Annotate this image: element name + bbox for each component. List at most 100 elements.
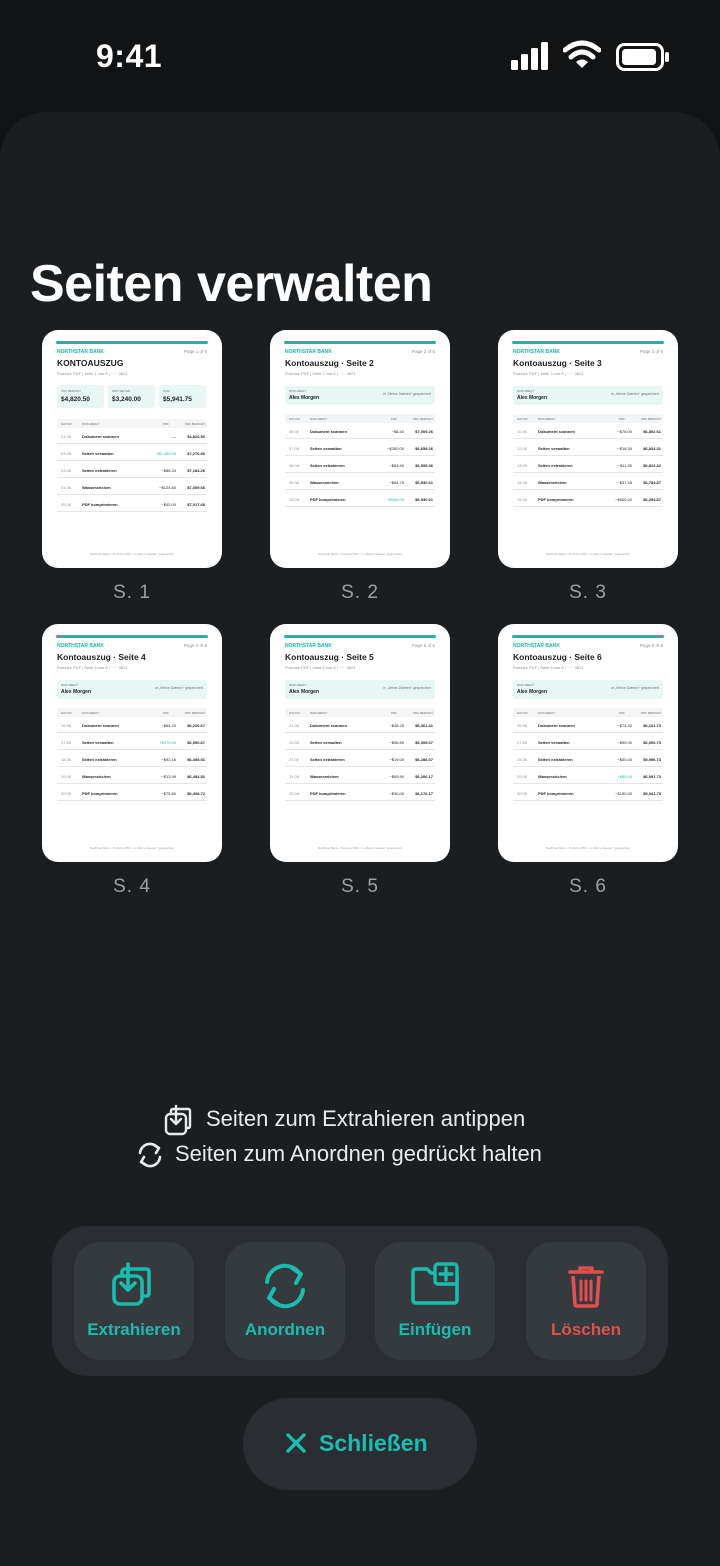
account-box: DOKUMENT Alex Morgen in „Meine Dateien“ ge…: [57, 680, 207, 699]
row-amount: −$42.00: [161, 502, 176, 507]
table-header-cell: DOKUMENT: [538, 711, 556, 715]
row-balance: $6,176.17: [415, 791, 433, 796]
table-row: 07.06 Seiten verwalten −$350.00 $6,659.26: [285, 441, 435, 456]
page-thumbnail[interactable]: NORTHSTAR BANK Page 1 of 6 KONTOAUSZUG Prob…: [42, 330, 222, 568]
account-holder: Alex Morgen: [517, 689, 548, 695]
table-row: 23.06 Seiten extrahieren −$19.00 $6,286.07: [285, 752, 435, 767]
row-balance: $6,305.07: [415, 740, 433, 745]
extract-button[interactable]: Extrahieren: [74, 1242, 194, 1360]
page-preview: NORTHSTAR BANK Page 1 of 6 KONTOAUSZUG Prob…: [42, 330, 222, 568]
row-balance: $7,270.50: [187, 451, 205, 456]
table-header-cell: DOKUMENT: [82, 711, 100, 715]
row-amount: −$74.92: [617, 723, 632, 728]
row-balance: $7,009.26: [415, 429, 433, 434]
header-accent-bar: [56, 341, 208, 344]
page-footer: Northstar Bank • Probuze PDF • in „Meine…: [317, 846, 403, 850]
trash-icon: [568, 1266, 604, 1308]
row-date: 29.06: [517, 774, 528, 779]
table-header-cell: DATUM: [61, 711, 72, 715]
table-header-cell: PDF BERICHT: [640, 711, 661, 715]
table-header-cell: PDF: [619, 711, 625, 715]
summary-card-label: SUM: [163, 389, 170, 393]
row-amount: −$11.99: [617, 463, 632, 468]
summary-card: SUM $5,941.75: [159, 385, 206, 408]
row-amount: −$350.00: [387, 446, 404, 451]
table-header-cell: PDF BERICHT: [412, 711, 433, 715]
summary-card: PDF BERICHT $4,820.50: [57, 385, 104, 408]
account-label: DOKUMENT: [517, 389, 535, 393]
page-thumbnail[interactable]: NORTHSTAR BANK Page 3 of 6 Kontoauszug · S…: [498, 330, 678, 568]
row-date: 11.06: [517, 429, 527, 434]
table-row: 27.06 Seiten verwalten −$95.00 $6,006.73: [513, 735, 663, 750]
page-number-label: S. 4: [113, 876, 151, 897]
table-header-cell: DATUM: [517, 417, 528, 421]
extract-button-label: Extrahieren: [87, 1320, 181, 1339]
row-description: Dokument scannen: [538, 723, 575, 728]
page-count: Page 2 of 6: [411, 349, 435, 354]
row-amount: −$19.00: [389, 757, 404, 762]
row-date: 16.06: [61, 723, 72, 728]
table-row: 09.06 Wasserzeichen −$64.75 $6,530.61: [285, 475, 435, 490]
row-amount: −$95.00: [617, 740, 632, 745]
row-description: PDF komprimieren: [538, 497, 574, 502]
page-thumbnail[interactable]: NORTHSTAR BANK Page 6 of 6 Kontoauszug · S…: [498, 624, 678, 862]
table-header-cell: DOKUMENT: [310, 417, 328, 421]
reorder-hint-icon: [138, 1142, 162, 1168]
summary-card-value: $4,820.50: [61, 396, 90, 403]
header-accent-bar: [512, 635, 664, 638]
table-header-cell: DOKUMENT: [310, 711, 328, 715]
table-row: 25.06 PDF komprimieren −$30.00 $6,176.17: [285, 786, 435, 801]
row-date: 17.06: [61, 740, 72, 745]
table-row: 04.06 Wasserzeichen −$124.60 $7,059.66: [57, 480, 207, 495]
page-thumbnail[interactable]: NORTHSTAR BANK Page 4 of 6 Kontoauszug · S…: [42, 624, 222, 862]
document-title: Kontoauszug · Seite 6: [513, 652, 602, 662]
account-label: DOKUMENT: [517, 683, 535, 687]
row-balance: $6,595.36: [415, 463, 433, 468]
account-box: DOKUMENT Alex Morgen in „Meine Dateien“ ge…: [285, 386, 435, 405]
row-date: 07.06: [289, 446, 300, 451]
row-amount: +$95.00: [617, 774, 632, 779]
row-description: Seiten verwalten: [310, 446, 342, 451]
reorder-button[interactable]: Anordnen: [225, 1242, 345, 1360]
account-label: DOKUMENT: [61, 683, 79, 687]
page-footer: Northstar Bank • Probuze PDF • in „Meine…: [89, 552, 175, 556]
page-thumbnail[interactable]: NORTHSTAR BANK Page 2 of 6 Kontoauszug · S…: [270, 330, 450, 568]
row-date: 09.06: [289, 480, 300, 485]
table-header-cell: PDF: [163, 711, 169, 715]
table-row: 29.06 Wasserzeichen +$95.00 $6,091.73: [513, 769, 663, 784]
table-row: 19.06 Wasserzeichen −$13.99 $6,484.52: [57, 769, 207, 784]
battery-icon: [616, 43, 669, 71]
close-button-label: Schließen: [319, 1430, 428, 1456]
page-thumbnail[interactable]: NORTHSTAR BANK Page 5 of 6 Kontoauszug · S…: [270, 624, 450, 862]
row-balance: $5,996.73: [643, 757, 661, 762]
table-header-cell: PDF: [163, 422, 169, 426]
page-footer: Northstar Bank • Probuze PDF • in „Meine…: [545, 846, 631, 850]
delete-button[interactable]: Löschen: [526, 1242, 646, 1360]
row-amount: +$370.00: [159, 740, 176, 745]
page-count: Page 3 of 6: [639, 349, 663, 354]
document-title: Kontoauszug · Seite 2: [285, 358, 374, 368]
table-row: 12.06 Seiten verwalten −$18.30 $6,834.31: [513, 441, 663, 456]
row-balance: $6,284.87: [643, 497, 661, 502]
row-date: 19.06: [61, 774, 72, 779]
row-description: Seiten verwalten: [82, 740, 114, 745]
row-balance: $6,784.87: [643, 480, 661, 485]
row-date: 08.06: [289, 463, 300, 468]
bank-name: NORTHSTAR BANK: [285, 349, 332, 355]
extract-icon: [112, 1262, 151, 1306]
table-header-cell: PDF BERICHT: [184, 711, 205, 715]
close-button[interactable]: Schließen: [243, 1398, 477, 1490]
row-amount: −$63.90: [389, 463, 404, 468]
status-time: 9:41: [96, 38, 163, 74]
summary-card-label: PDF BERICHT: [61, 389, 82, 393]
page-preview: NORTHSTAR BANK Page 3 of 6 Kontoauszug · S…: [498, 330, 678, 568]
insert-button[interactable]: Einfügen: [375, 1242, 495, 1360]
document-subtitle: Probuze PDF | Seite 6 von 6 | ····· 4821: [513, 665, 584, 670]
document-title: Kontoauszug · Seite 4: [57, 652, 146, 662]
row-balance: $6,530.61: [415, 480, 433, 485]
row-description: Dokument scannen: [82, 723, 119, 728]
table-header: DATUM DOKUMENT PDF PDF BERICHT: [513, 708, 663, 717]
row-description: Seiten verwalten: [538, 740, 570, 745]
row-date: 23.06: [289, 757, 300, 762]
table-row: 01.06 Dokument scannen — $4,820.50: [57, 429, 207, 444]
